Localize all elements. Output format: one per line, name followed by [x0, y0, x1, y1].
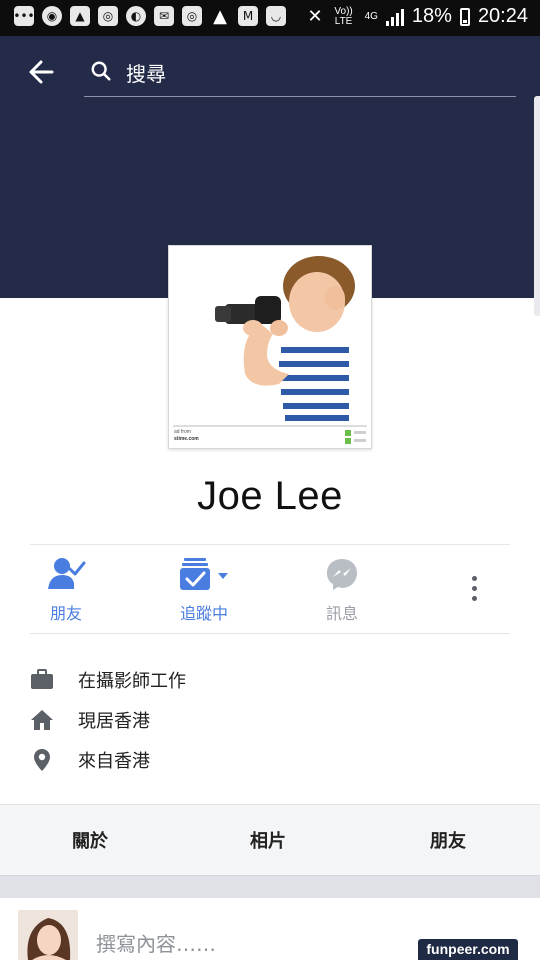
clock: 20:24	[477, 5, 528, 27]
profile-photo-image: ad from stime.com	[169, 246, 371, 448]
signal-icon	[385, 8, 404, 26]
from-text: 來自香港	[78, 751, 150, 772]
gallery-icon: ▲	[70, 6, 90, 26]
watermark: funpeer.com	[418, 939, 518, 960]
scroll-edge	[534, 96, 540, 316]
battery-percent: 18%	[411, 5, 452, 27]
info-lives[interactable]: 現居香港	[30, 705, 150, 735]
work-text: 在攝影師工作	[78, 671, 186, 692]
search-bar[interactable]: 搜尋	[84, 52, 516, 97]
network-type: 4G	[364, 10, 378, 22]
divider-top	[30, 544, 510, 545]
lives-text: 現居香港	[78, 711, 150, 732]
browser-icon: ◐	[126, 6, 146, 26]
tab-friends[interactable]: 朋友	[430, 827, 466, 853]
more-dot-icon	[471, 576, 477, 581]
mute-icon: ✕	[307, 6, 323, 26]
instagram-icon: ◎	[98, 6, 118, 26]
message-button[interactable]: 訊息	[282, 556, 402, 624]
notification-icons: ••• ◉ ▲ ◎ ◐ ✉ ◎ ▲ M ◡	[13, 5, 286, 27]
app-badge-icon: ◡	[266, 6, 286, 26]
message-label: 訊息	[325, 604, 358, 623]
system-indicators: ✕ Vo)) LTE 4G 18% 20:24	[307, 5, 528, 28]
composer-input[interactable]: 撰寫內容……	[96, 928, 216, 957]
chevron-down-icon	[218, 573, 228, 579]
following-icon	[180, 558, 228, 590]
battery-icon	[459, 7, 470, 26]
messenger-icon	[327, 559, 357, 590]
status-bar: ••• ◉ ▲ ◎ ◐ ✉ ◎ ▲ M ◡ ✕ Vo)) LTE 4G 18% …	[0, 0, 540, 36]
profile-name: Joe Lee	[197, 474, 343, 518]
profile-tabs: 關於 相片 朋友	[0, 804, 540, 877]
wechat-icon: ◉	[42, 6, 62, 26]
warning-icon: ▲	[213, 5, 227, 27]
back-arrow-icon	[29, 60, 54, 84]
search-icon	[91, 61, 111, 81]
mail-icon: ✉	[154, 6, 174, 26]
chat-bubble-icon: •••	[13, 6, 35, 26]
friend-check-icon	[48, 558, 86, 589]
photo-caption-line2: stime.com	[174, 436, 199, 442]
profile-picture[interactable]: ad from stime.com	[168, 245, 372, 449]
home-icon	[31, 710, 53, 730]
photo-caption-line1: ad from	[174, 429, 191, 435]
back-button[interactable]	[26, 56, 58, 88]
avatar	[18, 910, 78, 960]
more-options-button[interactable]	[462, 576, 486, 606]
friends-label: 朋友	[49, 604, 82, 623]
volte-indicator: Vo)) LTE	[334, 5, 353, 27]
instagram-icon-2: ◎	[182, 6, 202, 26]
following-label: 追蹤中	[179, 604, 228, 623]
following-button[interactable]: 追蹤中	[144, 556, 264, 624]
info-from[interactable]: 來自香港	[30, 745, 150, 775]
tab-photos[interactable]: 相片	[250, 827, 286, 853]
briefcase-icon	[31, 669, 53, 689]
tab-about[interactable]: 關於	[72, 827, 108, 853]
friends-button[interactable]: 朋友	[6, 556, 126, 624]
divider-bottom	[30, 633, 510, 634]
gmail-icon: M	[238, 6, 258, 26]
location-pin-icon	[34, 749, 50, 771]
section-separator	[0, 876, 540, 898]
avatar-photo-image	[18, 910, 78, 960]
search-input[interactable]: 搜尋	[126, 58, 166, 87]
info-work[interactable]: 在攝影師工作	[30, 665, 186, 695]
